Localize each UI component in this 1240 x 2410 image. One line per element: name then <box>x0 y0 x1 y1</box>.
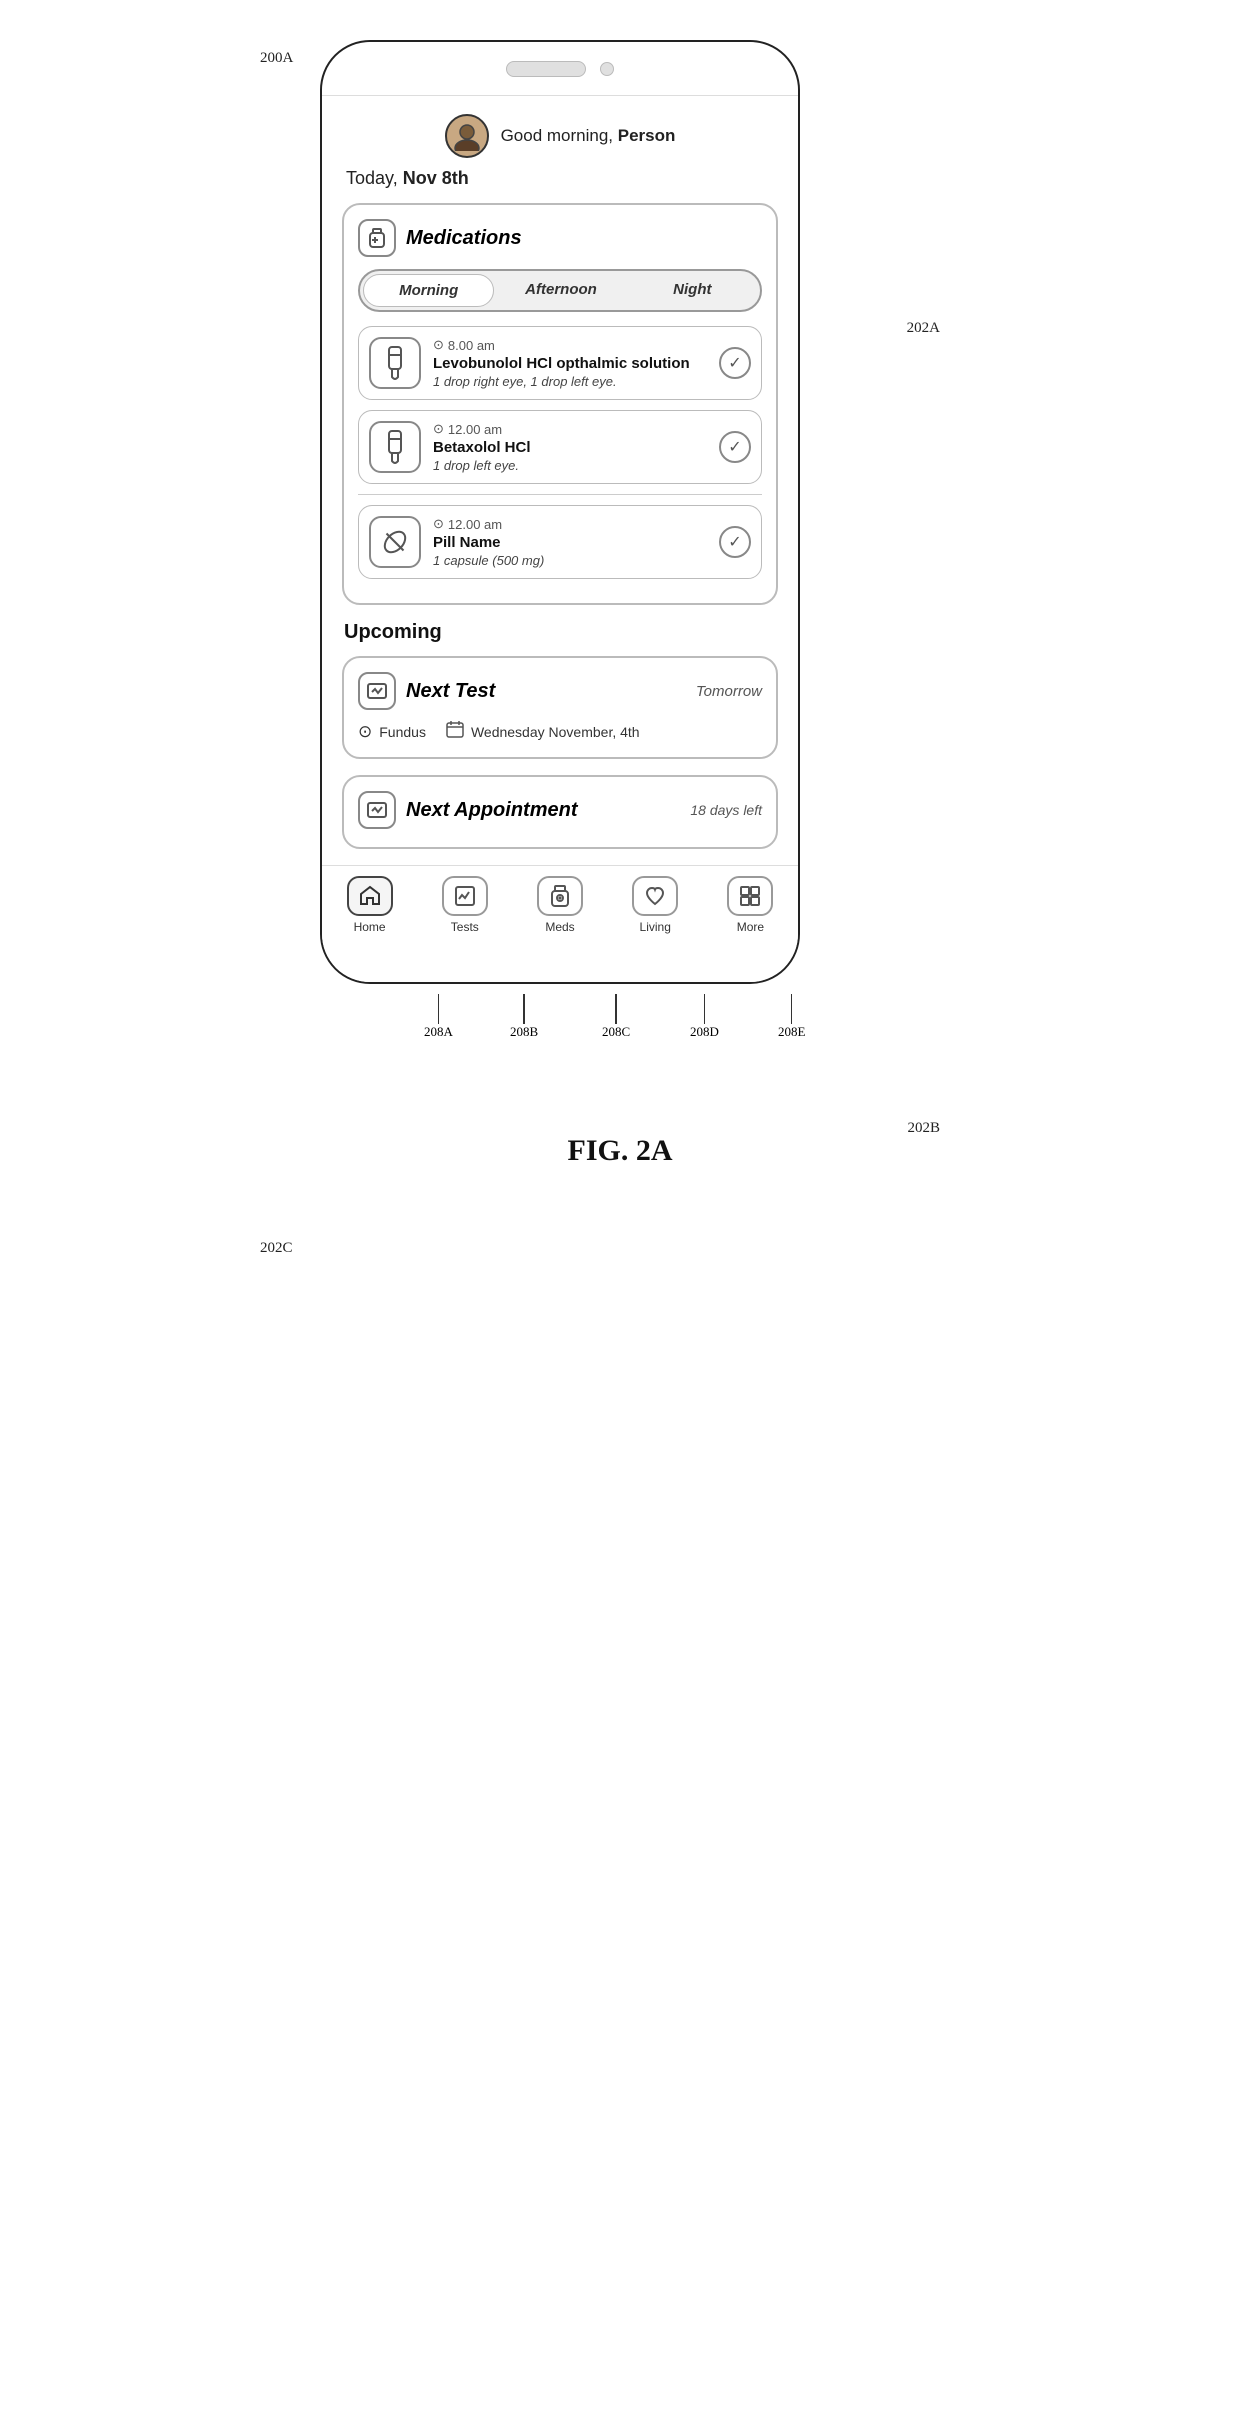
annotation-202b: 202B <box>907 1120 940 1137</box>
clock-icon-2: ⊙ <box>433 421 444 437</box>
nav-tests[interactable]: Tests <box>417 876 512 934</box>
med-check-3[interactable]: ✓ <box>719 526 751 558</box>
med-info-3: ⊙ 12.00 am Pill Name 1 capsule (500 mg) <box>433 516 707 568</box>
tests-icon-wrap[interactable] <box>442 876 488 916</box>
annotation-202c: 202C <box>260 1240 293 1257</box>
more-icon-wrap[interactable] <box>727 876 773 916</box>
med-time-2: ⊙ 12.00 am <box>433 421 707 437</box>
med-time-1: ⊙ 8.00 am <box>433 337 707 353</box>
med-time-3: ⊙ 12.00 am <box>433 516 707 532</box>
phone-content: Good morning, Person Today, Nov 8th <box>322 96 798 849</box>
next-appt-left: Next Appointment <box>358 791 577 829</box>
date-value: Nov 8th <box>403 168 469 188</box>
date-prefix: Today, <box>346 168 403 188</box>
med-icon-drops-1 <box>369 337 421 389</box>
date-row: Today, Nov 8th <box>342 168 778 189</box>
nav-living[interactable]: Living <box>608 876 703 934</box>
annotation-208d: 208D <box>690 1024 719 1040</box>
tab-morning[interactable]: Morning <box>363 274 494 307</box>
phone-notch <box>322 42 798 96</box>
medications-title: Medications <box>406 227 522 250</box>
nav-meds[interactable]: Meds <box>512 876 607 934</box>
bottom-nav: Home Tests <box>322 865 798 952</box>
nav-home[interactable]: Home <box>322 876 417 934</box>
next-appt-icon <box>358 791 396 829</box>
next-test-icon <box>358 672 396 710</box>
greeting-prefix: Good morning, <box>501 126 618 145</box>
med-info-2: ⊙ 12.00 am Betaxolol HCl 1 drop left eye… <box>433 421 707 473</box>
medications-header: Medications <box>358 219 762 257</box>
tab-night[interactable]: Night <box>628 274 757 307</box>
annotation-208e: 208E <box>778 1024 805 1040</box>
med-check-2[interactable]: ✓ <box>719 431 751 463</box>
greeting-name: Person <box>618 126 676 145</box>
med-icon-drops-2 <box>369 421 421 473</box>
med-item-1: ⊙ 8.00 am Levobunolol HCl opthalmic solu… <box>358 326 762 400</box>
greeting-text: Good morning, Person <box>501 126 676 146</box>
meds-icon-wrap[interactable] <box>537 876 583 916</box>
next-appt-title: Next Appointment <box>406 799 577 822</box>
nav-more-label: More <box>737 920 764 934</box>
nav-meds-label: Meds <box>545 920 574 934</box>
notch-camera <box>600 62 614 76</box>
med-name-2: Betaxolol HCl <box>433 439 707 456</box>
nav-more[interactable]: More <box>703 876 798 934</box>
clock-icon-1: ⊙ <box>433 337 444 353</box>
med-name-1: Levobunolol HCl opthalmic solution <box>433 355 707 372</box>
med-check-1[interactable]: ✓ <box>719 347 751 379</box>
med-dosage-3: 1 capsule (500 mg) <box>433 553 707 568</box>
next-appt-header: Next Appointment 18 days left <box>358 791 762 829</box>
notch-pill <box>506 61 586 77</box>
next-test-title: Next Test <box>406 680 495 703</box>
next-test-header: Next Test Tomorrow <box>358 672 762 710</box>
nav-tests-label: Tests <box>451 920 479 934</box>
calendar-icon <box>446 720 464 743</box>
med-item-2: ⊙ 12.00 am Betaxolol HCl 1 drop left eye… <box>358 410 762 484</box>
med-dosage-1: 1 drop right eye, 1 drop left eye. <box>433 374 707 389</box>
test-type-item: ⊙ Fundus <box>358 722 426 742</box>
annotation-202a: 202A <box>907 320 940 337</box>
eye-icon: ⊙ <box>358 722 372 742</box>
nav-living-label: Living <box>640 920 671 934</box>
avatar <box>445 114 489 158</box>
test-date-label: Wednesday November, 4th <box>471 724 640 740</box>
upcoming-title: Upcoming <box>342 621 778 644</box>
phone-bottom <box>322 952 798 982</box>
test-date-item: Wednesday November, 4th <box>446 720 640 743</box>
clock-icon-3: ⊙ <box>433 516 444 532</box>
annotation-208b: 208B <box>510 1024 538 1040</box>
annotation-208c: 208C <box>602 1024 630 1040</box>
med-icon-pill <box>369 516 421 568</box>
med-name-3: Pill Name <box>433 534 707 551</box>
time-tabs[interactable]: Morning Afternoon Night <box>358 269 762 312</box>
med-divider <box>358 494 762 495</box>
next-appointment-card: Next Appointment 18 days left <box>342 775 778 849</box>
home-icon-wrap[interactable] <box>347 876 393 916</box>
test-details: ⊙ Fundus <box>358 720 762 743</box>
figure-label: FIG. 2A <box>568 1134 673 1168</box>
living-icon-wrap[interactable] <box>632 876 678 916</box>
appt-days-left: 18 days left <box>690 802 762 818</box>
med-dosage-2: 1 drop left eye. <box>433 458 707 473</box>
tab-afternoon[interactable]: Afternoon <box>496 274 625 307</box>
med-item-3: ⊙ 12.00 am Pill Name 1 capsule (500 mg) … <box>358 505 762 579</box>
med-info-1: ⊙ 8.00 am Levobunolol HCl opthalmic solu… <box>433 337 707 389</box>
medications-icon <box>358 219 396 257</box>
medications-card: Medications Morning Afternoon Night <box>342 203 778 605</box>
next-test-when: Tomorrow <box>696 683 762 700</box>
annotation-200a: 200A <box>260 50 293 67</box>
phone-frame: Good morning, Person Today, Nov 8th <box>320 40 800 984</box>
annotation-208a: 208A <box>424 1024 453 1040</box>
test-type-label: Fundus <box>379 724 426 740</box>
nav-home-label: Home <box>354 920 386 934</box>
next-test-card: Next Test Tomorrow ⊙ Fundus <box>342 656 778 759</box>
next-test-left: Next Test <box>358 672 495 710</box>
greeting-row: Good morning, Person <box>342 114 778 158</box>
